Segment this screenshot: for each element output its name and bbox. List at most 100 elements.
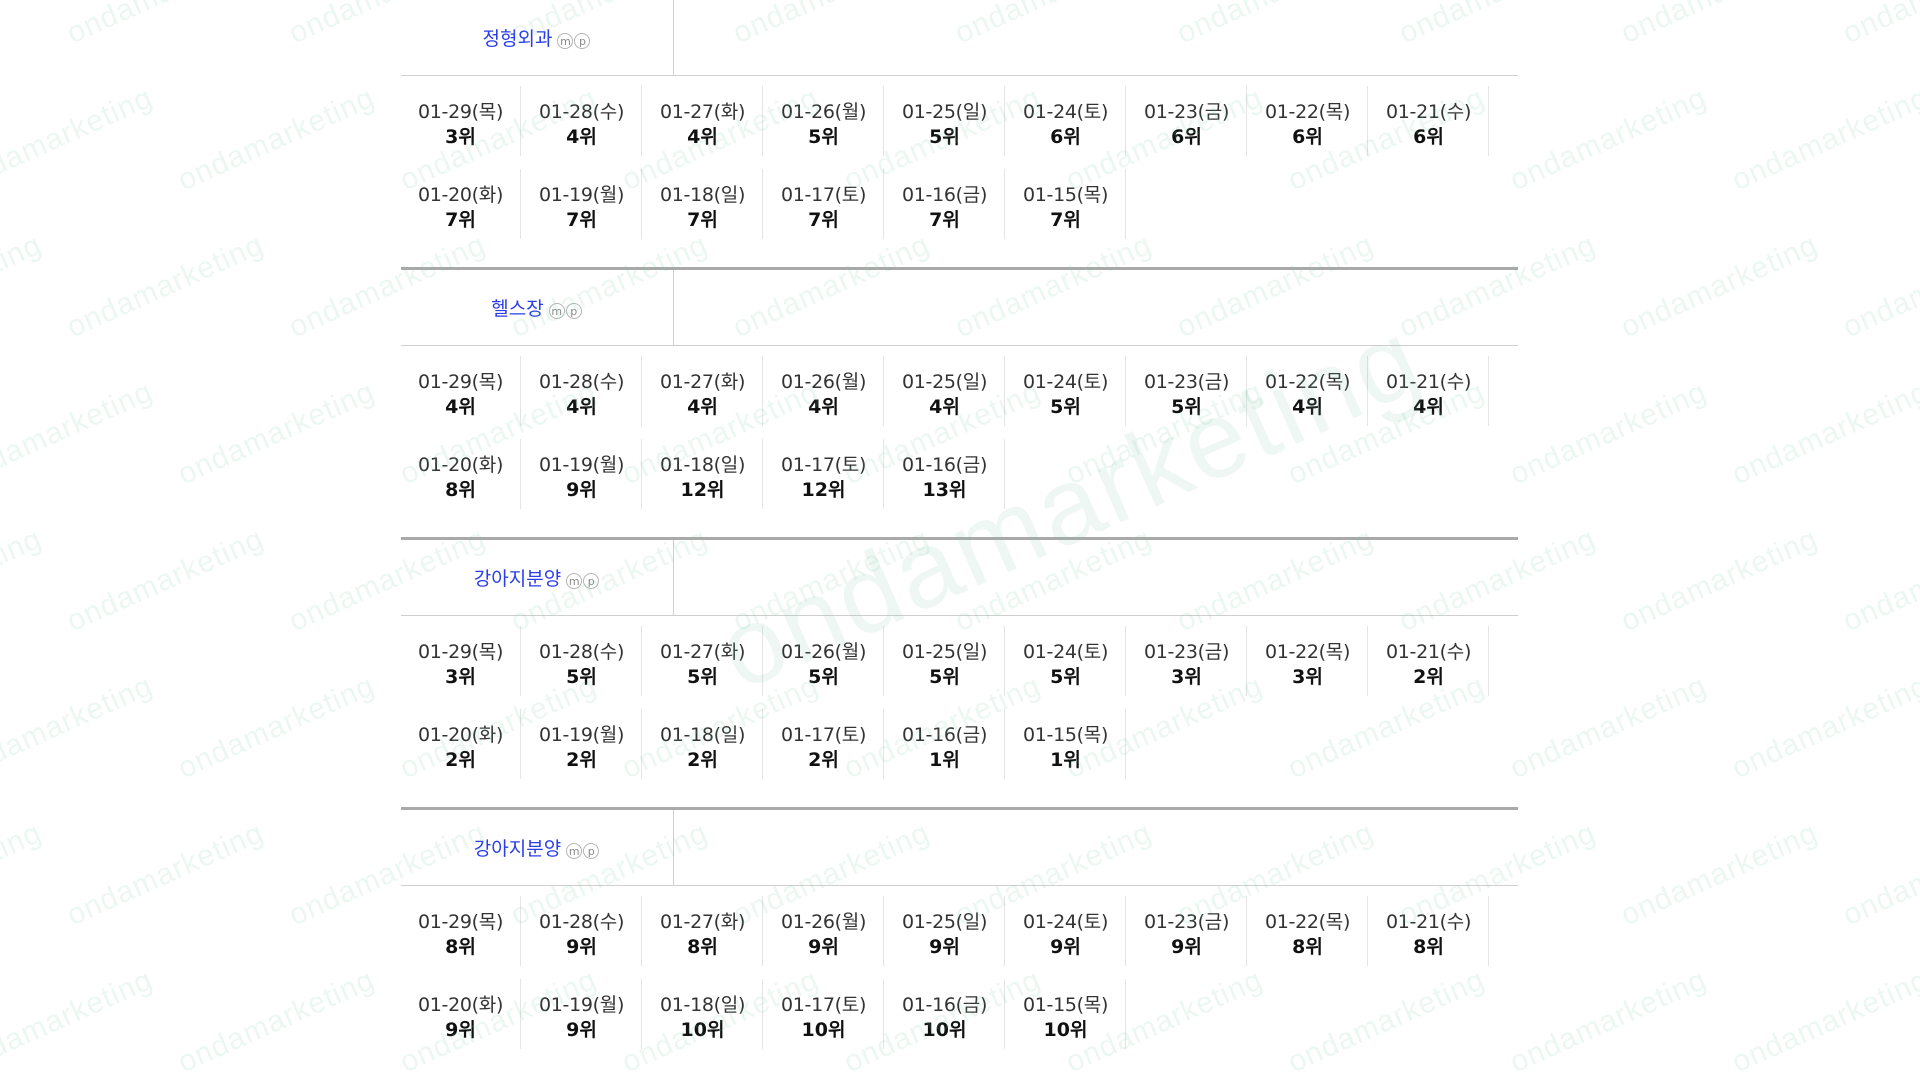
rank-grid: 01-29(목) 3위 01-28(수) 4위 01-27(화) 4위 01-26(월) 5위… (401, 76, 1518, 267)
rank-value: 8위 (445, 479, 476, 501)
rank-date: 01-17(토) (780, 454, 867, 476)
rank-date: 01-22(목) (1264, 641, 1351, 663)
rank-date: 01-23(금) (1143, 101, 1230, 123)
rank-value: 8위 (445, 936, 476, 958)
keyword-cell: 강아지분양 m p (401, 540, 674, 615)
rank-cell: 01-15(목) 1위 (1006, 709, 1126, 779)
m-circle-icon[interactable]: m (548, 302, 565, 319)
rank-cell: 01-18(일) 7위 (643, 169, 763, 239)
rank-date: 01-21(수) (1385, 101, 1472, 123)
rank-date: 01-20(화) (417, 994, 504, 1016)
watermark-text: ondamarketing (0, 80, 158, 198)
p-circle-icon[interactable]: p (583, 572, 600, 589)
keyword-rank-table: 정형외과 m p 01-29(목) 3위 01-28(수) 4위 01-27(화) 4위 01-2… (401, 0, 1518, 1077)
watermark-text: ondamarketing (1838, 521, 1920, 639)
rank-date: 01-27(화) (659, 911, 746, 933)
rank-cell: 01-26(월) 9위 (764, 896, 884, 966)
rank-value: 12위 (801, 479, 846, 501)
rank-date: 01-24(토) (1022, 371, 1109, 393)
rank-cell: 01-17(토) 10위 (764, 979, 884, 1049)
rank-date: 01-26(월) (780, 371, 867, 393)
keyword-header-row: 헬스장 m p (401, 267, 1518, 346)
rank-date: 01-29(목) (417, 101, 504, 123)
rank-value: 1위 (1050, 749, 1081, 771)
rank-cell: 01-20(화) 9위 (401, 979, 521, 1049)
rank-value: 2위 (687, 749, 718, 771)
rank-date: 01-20(화) (417, 454, 504, 476)
rank-value: 4위 (1413, 396, 1444, 418)
keyword-link[interactable]: 강아지분양 (474, 834, 561, 861)
rank-value: 9위 (808, 936, 839, 958)
rank-date: 01-29(목) (417, 371, 504, 393)
rank-date: 01-28(수) (538, 371, 625, 393)
rank-grid: 01-29(목) 8위 01-28(수) 9위 01-27(화) 8위 01-26(월) 9위… (401, 886, 1518, 1077)
rank-value: 2위 (445, 749, 476, 771)
rank-date: 01-19(월) (538, 994, 625, 1016)
watermark-text: ondamarketing (1727, 962, 1920, 1080)
rank-date: 01-15(목) (1022, 184, 1109, 206)
rank-line: 01-29(목) 8위 01-28(수) 9위 01-27(화) 8위 01-26(월) 9위… (401, 896, 1518, 979)
keyword-link[interactable]: 정형외과 (483, 24, 553, 51)
rank-cell: 01-25(일) 5위 (885, 86, 1005, 156)
rank-value: 3위 (445, 666, 476, 688)
p-circle-icon[interactable]: p (574, 32, 591, 49)
m-circle-icon[interactable]: m (557, 32, 574, 49)
rank-value: 2위 (1413, 666, 1444, 688)
rank-cell: 01-22(목) 8위 (1248, 896, 1368, 966)
p-circle-icon[interactable]: p (583, 842, 600, 859)
rank-value: 10위 (680, 1019, 725, 1041)
watermark-text: ondamarketing (173, 80, 380, 198)
rank-cell: 01-27(화) 4위 (643, 86, 763, 156)
rank-cell: 01-17(토) 2위 (764, 709, 884, 779)
watermark-text: ondamarketing (1838, 227, 1920, 345)
rank-date: 01-16(금) (901, 994, 988, 1016)
rank-date: 01-21(수) (1385, 641, 1472, 663)
rank-value: 9위 (566, 479, 597, 501)
rank-value: 6위 (1292, 126, 1323, 148)
mp-icons: mp (557, 32, 591, 49)
rank-cell: 01-26(월) 4위 (764, 356, 884, 426)
rank-cell: 01-18(일) 12위 (643, 439, 763, 509)
rank-date: 01-20(화) (417, 184, 504, 206)
page: 정형외과 m p 01-29(목) 3위 01-28(수) 4위 01-27(화) 4위 01-2… (0, 0, 1920, 1080)
rank-value: 3위 (1171, 666, 1202, 688)
rank-cell: 01-28(수) 4위 (522, 86, 642, 156)
keyword-header-row: 강아지분양 m p (401, 807, 1518, 886)
rank-value: 6위 (1413, 126, 1444, 148)
keyword-link[interactable]: 강아지분양 (474, 564, 561, 591)
mp-icons: mp (566, 842, 600, 859)
rank-cell: 01-21(수) 6위 (1369, 86, 1489, 156)
rank-date: 01-26(월) (780, 101, 867, 123)
m-circle-icon[interactable]: m (566, 572, 583, 589)
keyword-cell: 헬스장 m p (401, 270, 674, 345)
rank-cell: 01-25(일) 5위 (885, 626, 1005, 696)
watermark-text: ondamarketing (173, 962, 380, 1080)
rank-date: 01-29(목) (417, 911, 504, 933)
rank-date: 01-21(수) (1385, 911, 1472, 933)
rank-date: 01-23(금) (1143, 371, 1230, 393)
keyword-section: 헬스장 m p 01-29(목) 4위 01-28(수) 4위 01-27(화) 4위 01-26… (401, 267, 1518, 537)
rank-value: 7위 (929, 209, 960, 231)
keyword-section: 강아지분양 m p 01-29(목) 8위 01-28(수) 9위 01-27(화) 8위 01-… (401, 807, 1518, 1077)
rank-date: 01-29(목) (417, 641, 504, 663)
rank-value: 2위 (808, 749, 839, 771)
rank-value: 5위 (1050, 666, 1081, 688)
rank-value: 9위 (566, 936, 597, 958)
rank-value: 7위 (445, 209, 476, 231)
rank-date: 01-24(토) (1022, 911, 1109, 933)
rank-date: 01-27(화) (659, 101, 746, 123)
rank-line: 01-20(화) 7위 01-19(월) 7위 01-18(일) 7위 01-17(토) 7위… (401, 169, 1518, 252)
p-circle-icon[interactable]: p (565, 302, 582, 319)
m-circle-icon[interactable]: m (566, 842, 583, 859)
rank-value: 5위 (808, 666, 839, 688)
rank-cell: 01-25(일) 4위 (885, 356, 1005, 426)
mp-icons: mp (566, 572, 600, 589)
rank-date: 01-19(월) (538, 184, 625, 206)
watermark-text: ondamarketing (1616, 521, 1823, 639)
keyword-link[interactable]: 헬스장 (491, 294, 543, 321)
rank-date: 01-28(수) (538, 911, 625, 933)
rank-date: 01-25(일) (901, 641, 988, 663)
rank-value: 1위 (929, 749, 960, 771)
rank-cell: 01-15(목) 7위 (1006, 169, 1126, 239)
rank-cell: 01-16(금) 7위 (885, 169, 1005, 239)
